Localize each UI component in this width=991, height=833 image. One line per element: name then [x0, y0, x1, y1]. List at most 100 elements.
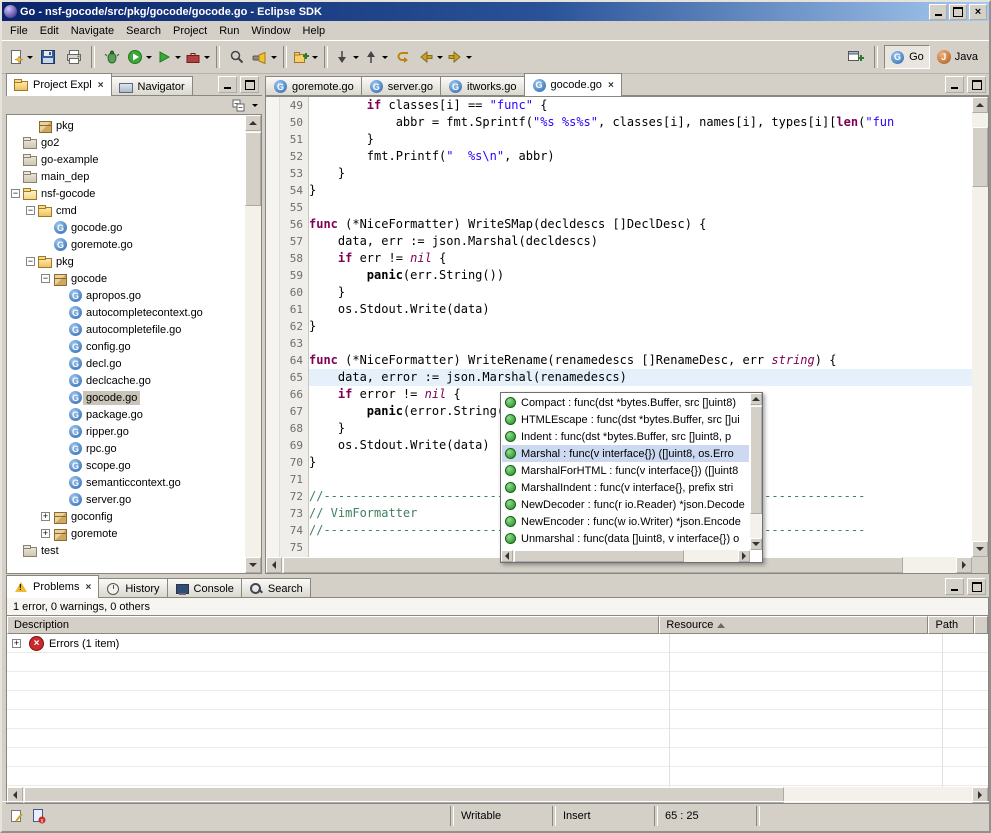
scroll-right-button[interactable]: [956, 557, 972, 573]
tree-item-main-dep[interactable]: main_dep: [7, 168, 261, 185]
tree-item-gocode-go[interactable]: gocode.go: [7, 219, 261, 236]
run-button[interactable]: [125, 45, 154, 69]
tree-item-semanticcontext-go[interactable]: semanticcontext.go: [7, 474, 261, 491]
view-tab-project-expl[interactable]: Project Expl×: [6, 73, 112, 96]
tree-item-rpc-go[interactable]: rpc.go: [7, 440, 261, 457]
completion-item-indent[interactable]: Indent : func(dst *bytes.Buffer, src []u…: [502, 428, 749, 445]
last-edit-location-button[interactable]: [390, 45, 416, 69]
new-button[interactable]: [6, 45, 35, 69]
tree-item-config-go[interactable]: config.go: [7, 338, 261, 355]
tree-item-cmd[interactable]: −cmd: [7, 202, 261, 219]
tree-item-go-example[interactable]: go-example: [7, 151, 261, 168]
tree-item-nsf-gocode[interactable]: −nsf-gocode: [7, 185, 261, 202]
editor-tab-gocode-go[interactable]: gocode.go×: [524, 73, 622, 96]
tree-scrollbar[interactable]: [245, 115, 261, 573]
completion-item-marshalforhtml[interactable]: MarshalForHTML : func(v interface{}) ([]…: [502, 462, 749, 479]
code-line-51[interactable]: }: [309, 131, 972, 148]
editor-tab-server-go[interactable]: server.go: [361, 76, 441, 96]
code-line-52[interactable]: fmt.Printf(" %s\n", abbr): [309, 148, 972, 165]
close-icon[interactable]: ×: [85, 582, 91, 593]
tree-item-scope-go[interactable]: scope.go: [7, 457, 261, 474]
tree-item-goremote-go[interactable]: goremote.go: [7, 236, 261, 253]
forward-button[interactable]: [445, 45, 474, 69]
code-line-58[interactable]: if err != nil {: [309, 250, 972, 267]
code-line-49[interactable]: if classes[i] == "func" {: [309, 97, 972, 114]
tree-item-apropos-go[interactable]: apropos.go: [7, 287, 261, 304]
minimize-view-button[interactable]: [945, 578, 964, 595]
maximize-view-button[interactable]: [967, 578, 986, 595]
scroll-down-button[interactable]: [750, 538, 762, 550]
minimize-view-button[interactable]: [218, 76, 237, 93]
menu-window[interactable]: Window: [245, 23, 296, 39]
scroll-left-button[interactable]: [501, 550, 513, 562]
print-button[interactable]: [61, 45, 87, 69]
previous-annotation-button[interactable]: [361, 45, 390, 69]
menu-file[interactable]: File: [4, 23, 34, 39]
next-annotation-button[interactable]: [332, 45, 361, 69]
scroll-up-button[interactable]: [972, 97, 988, 113]
search-button[interactable]: [250, 45, 279, 69]
scroll-up-button[interactable]: [750, 393, 762, 405]
close-button[interactable]: ×: [969, 4, 987, 20]
code-line-50[interactable]: abbr = fmt.Sprintf("%s %s%s", classes[i]…: [309, 114, 972, 131]
tree-item-package-go[interactable]: package.go: [7, 406, 261, 423]
popup-vertical-scrollbar[interactable]: [750, 393, 762, 550]
collapse-icon[interactable]: −: [26, 206, 35, 215]
minimize-view-button[interactable]: [945, 76, 964, 93]
java-error-icon[interactable]: x: [29, 807, 47, 825]
column-header-path[interactable]: Path: [928, 616, 974, 634]
view-tab-navigator[interactable]: Navigator: [111, 76, 193, 96]
code-line-57[interactable]: data, err := json.Marshal(decldescs): [309, 233, 972, 250]
menu-search[interactable]: Search: [120, 23, 167, 39]
completion-item-htmlescape[interactable]: HTMLEscape : func(dst *bytes.Buffer, src…: [502, 411, 749, 428]
scroll-right-button[interactable]: [738, 550, 750, 562]
editor-vertical-scrollbar[interactable]: [972, 97, 988, 557]
maximize-view-button[interactable]: [240, 76, 259, 93]
column-header-description[interactable]: Description: [7, 616, 659, 634]
tree-item-ripper-go[interactable]: ripper.go: [7, 423, 261, 440]
code-line-61[interactable]: os.Stdout.Write(data): [309, 301, 972, 318]
close-icon[interactable]: ×: [608, 80, 614, 91]
view-menu-icon[interactable]: [252, 104, 258, 107]
view-tab-history[interactable]: History: [98, 578, 167, 598]
collapse-all-icon[interactable]: [231, 98, 247, 113]
minimize-button[interactable]: [929, 4, 947, 20]
scrollbar-thumb[interactable]: [750, 406, 762, 514]
tree-item-pkg[interactable]: −pkg: [7, 253, 261, 270]
scroll-down-button[interactable]: [972, 541, 988, 557]
view-tab-problems[interactable]: Problems×: [6, 575, 99, 598]
perspective-go-button[interactable]: Go: [884, 45, 930, 69]
code-line-54[interactable]: }: [309, 182, 972, 199]
new-project-button[interactable]: [291, 45, 320, 69]
completion-item-marshal[interactable]: Marshal : func(v interface{}) ([]uint8, …: [502, 445, 749, 462]
open-type-button[interactable]: [224, 45, 250, 69]
tree-item-go2[interactable]: go2: [7, 134, 261, 151]
close-icon[interactable]: ×: [98, 80, 104, 91]
completion-item-newdecoder[interactable]: NewDecoder : func(r io.Reader) *json.Dec…: [502, 496, 749, 513]
scroll-up-button[interactable]: [245, 115, 261, 131]
menu-run[interactable]: Run: [213, 23, 245, 39]
column-header-resource[interactable]: Resource: [659, 616, 928, 634]
tree-item-goremote[interactable]: +goremote: [7, 525, 261, 542]
scroll-left-button[interactable]: [266, 557, 282, 573]
collapse-icon[interactable]: −: [26, 257, 35, 266]
view-tab-console[interactable]: Console: [167, 578, 242, 598]
code-line-59[interactable]: panic(err.String()): [309, 267, 972, 284]
menu-help[interactable]: Help: [297, 23, 332, 39]
completion-item-compact[interactable]: Compact : func(dst *bytes.Buffer, src []…: [502, 394, 749, 411]
maximize-view-button[interactable]: [967, 76, 986, 93]
completion-item-newencoder[interactable]: NewEncoder : func(w io.Writer) *json.Enc…: [502, 513, 749, 530]
popup-horizontal-scrollbar[interactable]: [501, 550, 750, 562]
code-line-65[interactable]: data, error := json.Marshal(renamedescs): [309, 369, 972, 386]
tree-item-gocode-go[interactable]: gocode.go: [7, 389, 261, 406]
expand-icon[interactable]: +: [12, 639, 21, 648]
view-tab-search[interactable]: Search: [241, 578, 311, 598]
tree-item-decl-go[interactable]: decl.go: [7, 355, 261, 372]
scrollbar-thumb[interactable]: [245, 132, 261, 206]
collapse-icon[interactable]: −: [41, 274, 50, 283]
external-tools-button[interactable]: [183, 45, 212, 69]
tree-item-autocompletecontext-go[interactable]: autocompletecontext.go: [7, 304, 261, 321]
back-button[interactable]: [416, 45, 445, 69]
tree-item-autocompletefile-go[interactable]: autocompletefile.go: [7, 321, 261, 338]
expand-icon[interactable]: +: [41, 529, 50, 538]
